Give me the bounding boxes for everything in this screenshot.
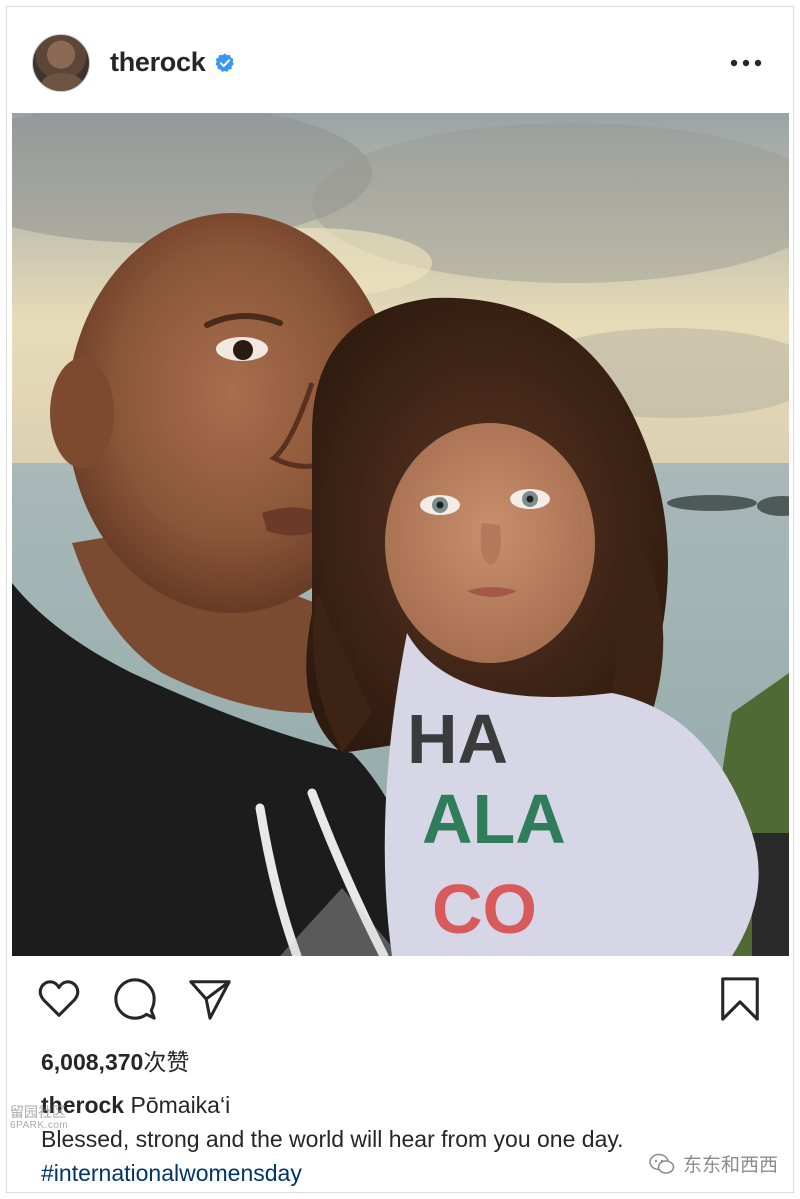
post-header: therock: [7, 7, 793, 112]
post-photo[interactable]: HA ALA CO: [12, 113, 789, 956]
watermark-left: 留园社区 6PARK.com: [10, 1105, 68, 1133]
caption-first-line: therock Pōmaika‘i: [41, 1088, 781, 1122]
action-bar: [7, 962, 793, 1034]
instagram-post: therock HA ALA CO 6,008,370次赞 therock Pō…: [6, 6, 794, 1193]
username[interactable]: therock: [110, 47, 206, 78]
watermark-right-text: 东东和西西: [682, 1155, 778, 1176]
photo-illustration: HA ALA CO: [12, 113, 789, 956]
watermark-left-sub: 6PARK.com: [10, 1120, 69, 1131]
page: therock HA ALA CO 6,008,370次赞 therock Pō…: [0, 0, 800, 1199]
more-options-icon[interactable]: [729, 57, 763, 69]
watermark-right: 东东和西西: [649, 1150, 778, 1177]
caption-title: Pōmaika‘i: [130, 1092, 231, 1118]
like-count-number: 6,008,370: [41, 1049, 144, 1075]
avatar[interactable]: [32, 34, 90, 92]
svg-text:ALA: ALA: [422, 780, 566, 858]
bookmark-icon[interactable]: [717, 976, 763, 1022]
comment-icon[interactable]: [112, 976, 158, 1022]
verified-badge-icon: [215, 53, 234, 72]
svg-text:HA: HA: [407, 700, 508, 778]
watermark-left-title: 留园社区: [10, 1104, 66, 1120]
heart-icon[interactable]: [36, 976, 82, 1022]
wechat-icon: [649, 1153, 675, 1174]
send-icon[interactable]: [187, 976, 233, 1022]
svg-text:CO: CO: [432, 870, 537, 948]
like-count[interactable]: 6,008,370次赞: [41, 1043, 189, 1077]
like-count-suffix: 次赞: [143, 1049, 190, 1075]
